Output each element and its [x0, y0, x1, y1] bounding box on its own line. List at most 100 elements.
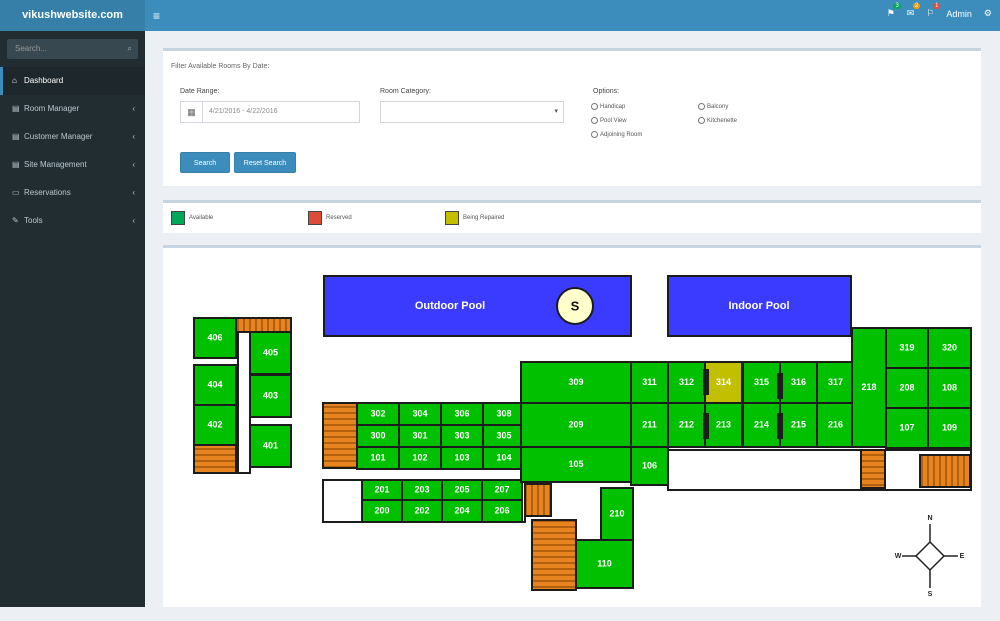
room-label-210: 210: [609, 508, 624, 518]
date-range-input[interactable]: ▦ 4/21/2016 - 4/22/2016: [180, 101, 360, 123]
legend-being-repaired: Being Repaired: [445, 211, 504, 225]
notification-badge: 3: [893, 3, 901, 9]
room-label-104: 104: [496, 452, 511, 462]
footer-strip: [0, 607, 1000, 621]
radio-icon[interactable]: [698, 103, 705, 110]
room-label-301: 301: [412, 430, 427, 440]
sidebar-item-reservations[interactable]: ▭ Reservations ‹: [0, 179, 145, 207]
options-label: Options:: [593, 88, 620, 95]
sidebar-item-customer-manager[interactable]: ▤ Customer Manager ‹: [0, 123, 145, 151]
room-label-314: 314: [716, 377, 731, 387]
sidebar-item-room-manager[interactable]: ▤ Room Manager ‹: [0, 95, 145, 123]
chevron-left-icon: ‹: [132, 104, 135, 113]
search-input[interactable]: Search...: [15, 44, 47, 53]
room-label-105: 105: [568, 459, 583, 469]
search-icon[interactable]: ⌕: [128, 39, 132, 59]
corridor-west: [237, 331, 251, 474]
room-label-319: 319: [899, 342, 914, 352]
home-icon: ⌂: [12, 76, 17, 85]
stairs-east-2: [919, 454, 971, 488]
sidebar-item-site-management[interactable]: ▤ Site Management ‹: [0, 151, 145, 179]
door-marker-0: [703, 369, 709, 395]
room-label-308: 308: [496, 408, 511, 418]
room-label-212: 212: [679, 419, 694, 429]
outdoor-pool-label: Outdoor Pool: [415, 300, 485, 312]
option-pool-view[interactable]: Pool View: [591, 117, 627, 124]
radio-icon[interactable]: [591, 117, 598, 124]
option-handicap[interactable]: Handicap: [591, 103, 625, 110]
room-label-317: 317: [828, 377, 843, 387]
room-label-300: 300: [370, 430, 385, 440]
room-label-110: 110: [597, 558, 612, 568]
sidebar-search[interactable]: Search... ⌕: [7, 39, 138, 59]
stairs-south: [531, 519, 577, 591]
radio-icon[interactable]: [591, 103, 598, 110]
room-label-108: 108: [942, 382, 957, 392]
gear-icon[interactable]: ⚙: [984, 8, 992, 19]
user-menu[interactable]: Admin: [946, 9, 972, 19]
date-range-value: 4/21/2016 - 4/22/2016: [209, 108, 278, 115]
pool-badge-label: S: [571, 298, 580, 313]
room-label-218: 218: [861, 382, 876, 392]
legend-available: Available: [171, 211, 213, 225]
reserved-swatch: [308, 211, 322, 225]
room-label-209: 209: [568, 419, 583, 429]
room-label-107: 107: [899, 422, 914, 432]
chevron-left-icon: ‹: [132, 132, 135, 141]
radio-icon[interactable]: [591, 131, 598, 138]
door-marker-2: [703, 413, 709, 439]
room-label-204: 204: [454, 505, 469, 515]
envelope-icon[interactable]: ⚐ 1: [926, 3, 941, 19]
brand-logo[interactable]: vikushwebsite.com: [0, 0, 145, 31]
stairs-east-1: [860, 449, 886, 489]
compass-e: E: [960, 553, 965, 560]
stairs-center-south: [524, 483, 552, 517]
room-label-103: 103: [454, 452, 469, 462]
option-adjoining-room[interactable]: Adjoining Room: [591, 131, 642, 138]
radio-icon[interactable]: [698, 117, 705, 124]
room-label-406: 406: [207, 332, 222, 342]
chevron-left-icon: ‹: [132, 160, 135, 169]
room-label-109: 109: [942, 422, 957, 432]
room-label-315: 315: [754, 377, 769, 387]
room-label-405: 405: [263, 347, 278, 357]
wrench-icon: ✎: [12, 216, 19, 225]
bell-icon[interactable]: ⚑ 3: [887, 3, 901, 19]
stairs-west-top: [235, 317, 292, 333]
compass-n: N: [927, 515, 932, 522]
room-label-302: 302: [370, 408, 385, 418]
stairs-center-west: [322, 402, 358, 469]
chevron-left-icon: ‹: [132, 188, 135, 197]
room-label-102: 102: [412, 452, 427, 462]
room-label-303: 303: [454, 430, 469, 440]
compass-icon: [902, 524, 958, 588]
flag-icon[interactable]: ✉ 2: [907, 3, 921, 19]
option-balcony[interactable]: Balcony: [698, 103, 728, 110]
room-label-203: 203: [414, 484, 429, 494]
room-label-216: 216: [828, 419, 843, 429]
room-label-202: 202: [414, 505, 429, 515]
room-label-215: 215: [791, 419, 806, 429]
search-button[interactable]: Search: [180, 152, 230, 173]
compass-w: W: [895, 553, 902, 560]
sidebar-item-tools[interactable]: ✎ Tools ‹: [0, 207, 145, 235]
room-label-305: 305: [496, 430, 511, 440]
room-label-306: 306: [454, 408, 469, 418]
calendar-icon: ▦: [181, 102, 203, 122]
room-label-205: 205: [454, 484, 469, 494]
room-label-309: 309: [568, 377, 583, 387]
chevron-down-icon: ▾: [554, 108, 558, 115]
repair-swatch: [445, 211, 459, 225]
top-navbar: vikushwebsite.com ≡ ⚑ 3 ✉ 2 ⚐ 1 Admin ⚙: [0, 0, 1000, 31]
room-label-320: 320: [942, 342, 957, 352]
room-label-211: 211: [642, 419, 657, 429]
available-swatch: [171, 211, 185, 225]
task-badge: 1: [933, 3, 941, 9]
indoor-pool-label: Indoor Pool: [728, 300, 789, 312]
room-category-select[interactable]: ▾: [380, 101, 564, 123]
option-kitchenette[interactable]: Kitchenette: [698, 117, 737, 124]
sidebar-toggle-icon[interactable]: ≡: [153, 9, 160, 23]
sidebar-item-dashboard[interactable]: ⌂ Dashboard: [0, 67, 145, 95]
reset-search-button[interactable]: Reset Search: [234, 152, 296, 173]
room-label-200: 200: [374, 505, 389, 515]
